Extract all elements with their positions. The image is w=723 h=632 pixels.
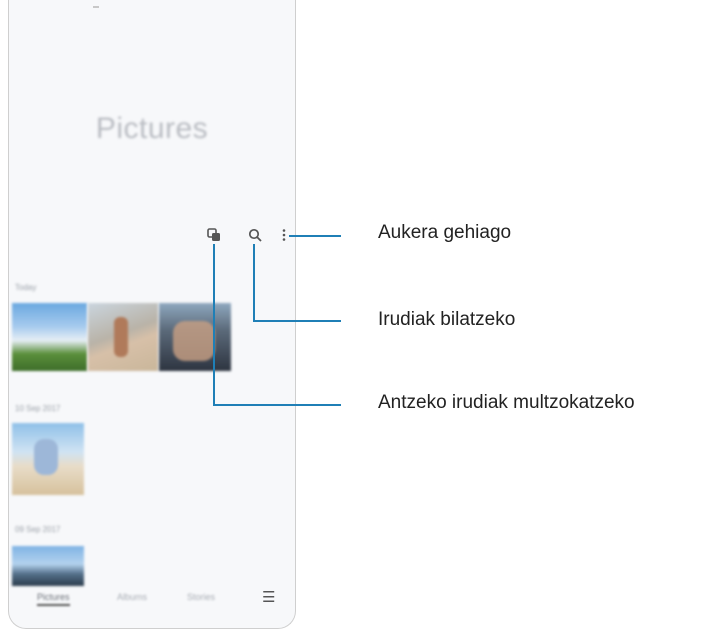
callout-line-more-options: [289, 235, 341, 237]
callout-line-search-h: [253, 320, 341, 322]
callout-more-options: Aukera gehiago: [378, 222, 512, 243]
section-label: 10 Sep 2017: [15, 404, 61, 413]
section-label: Today: [15, 283, 37, 292]
photo-thumbnail[interactable]: [12, 423, 84, 495]
callout-line-group-similar: [213, 244, 215, 405]
callout-line-search: [253, 244, 255, 321]
menu-icon[interactable]: ☰: [262, 588, 275, 606]
bottom-nav: Pictures Albums Stories ☰: [9, 584, 295, 628]
tab-stories[interactable]: Stories: [187, 592, 215, 602]
group-similar-icon[interactable]: [205, 226, 223, 244]
callout-line-group-similar-h: [213, 404, 341, 406]
callout-group-similar: Antzeko irudiak multzokatzeko: [378, 392, 635, 413]
status-bar: [93, 6, 99, 8]
photo-thumbnail[interactable]: [12, 303, 87, 371]
photo-thumbnail[interactable]: [88, 303, 158, 371]
search-icon[interactable]: [246, 226, 264, 244]
tab-pictures[interactable]: Pictures: [37, 592, 70, 606]
photo-thumbnail[interactable]: [159, 303, 231, 371]
callout-search: Irudiak bilatzeko: [378, 309, 516, 330]
section-label: 09 Sep 2017: [15, 525, 61, 534]
page-title: Pictures: [95, 112, 209, 145]
tab-albums[interactable]: Albums: [117, 592, 147, 602]
photo-thumbnail[interactable]: [12, 546, 84, 586]
